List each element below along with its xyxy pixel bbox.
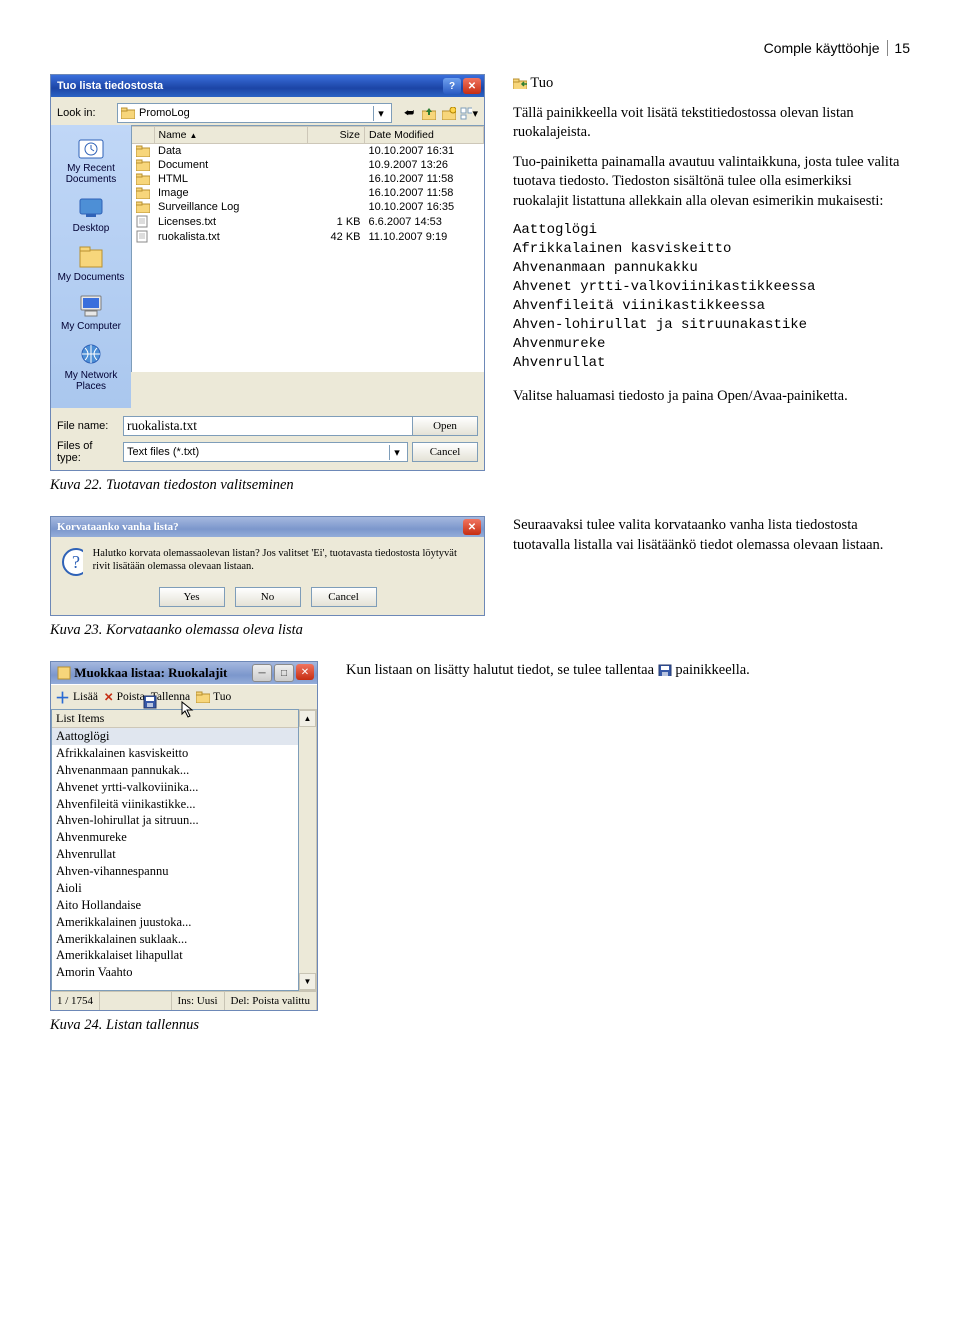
- filename-input[interactable]: [123, 416, 416, 436]
- status-del: Del: Poista valittu: [225, 992, 317, 1010]
- list-item[interactable]: Aioli: [52, 880, 298, 897]
- svg-text:?: ?: [72, 552, 80, 572]
- folder-icon: [121, 107, 135, 119]
- page-number: 15: [887, 40, 910, 56]
- places-mydocs[interactable]: My Documents: [51, 244, 131, 283]
- help-button[interactable]: ?: [443, 78, 461, 94]
- save-icon: [143, 695, 157, 709]
- list-editor-window: Muokkaa listaa: Ruokalajit ─ □ ✕ ＋Lisää …: [50, 661, 318, 1011]
- close-button[interactable]: ✕: [463, 78, 481, 94]
- places-recent[interactable]: My Recent Documents: [51, 135, 131, 185]
- filename-label: File name:: [57, 420, 119, 432]
- maximize-button[interactable]: □: [274, 664, 294, 682]
- file-list[interactable]: Name ▲ Size Date Modified Data10.10.2007…: [131, 125, 484, 372]
- file-row[interactable]: Document10.9.2007 13:26: [132, 158, 484, 172]
- import-folder-icon: [196, 691, 210, 703]
- para: Valitse haluamasi tiedosto ja paina Open…: [513, 387, 910, 407]
- dialog-titlebar: Tuo lista tiedostosta ? ✕: [51, 75, 484, 97]
- list-item[interactable]: Amerikkalainen suklaak...: [52, 931, 298, 948]
- confirm-dialog: Korvataanko vanha lista? ✕ ? Halutko kor…: [50, 516, 485, 616]
- new-folder-icon[interactable]: [440, 104, 458, 122]
- close-button[interactable]: ✕: [296, 664, 314, 680]
- cursor-icon: [181, 701, 195, 719]
- list-item[interactable]: Aattoglögi: [52, 728, 298, 745]
- figure-caption: Kuva 24. Listan tallennus: [50, 1017, 318, 1034]
- filetype-combo[interactable]: Text files (*.txt)▾: [123, 442, 408, 462]
- list-item[interactable]: Ahvenrullat: [52, 846, 298, 863]
- import-folder-icon: [513, 77, 527, 89]
- scrollbar[interactable]: ▲ ▼: [299, 709, 317, 991]
- lookin-label: Look in:: [57, 107, 113, 119]
- question-icon: ?: [61, 547, 83, 577]
- list-header: List Items: [52, 710, 298, 728]
- list-item[interactable]: Ahvenfileitä viinikastikke...: [52, 796, 298, 813]
- para: Tuo-painiketta painamalla avautuu valint…: [513, 153, 910, 212]
- file-row[interactable]: ruokalista.txt42 KB11.10.2007 9:19: [132, 229, 484, 244]
- yes-button[interactable]: Yes: [159, 587, 225, 607]
- list-item[interactable]: Aito Hollandaise: [52, 897, 298, 914]
- places-mycomputer[interactable]: My Computer: [51, 293, 131, 332]
- open-button[interactable]: Open: [412, 416, 478, 436]
- list-item[interactable]: Ahven-lohirullat ja sitruun...: [52, 812, 298, 829]
- no-button[interactable]: No: [235, 587, 301, 607]
- para: Seuraavaksi tulee valita korvataanko van…: [513, 516, 910, 555]
- section-heading: Tuo: [530, 75, 553, 91]
- import-button[interactable]: Tuo: [196, 691, 231, 703]
- file-row[interactable]: Surveillance Log10.10.2007 16:35: [132, 200, 484, 214]
- page-header: Comple käyttöohje 15: [50, 40, 910, 56]
- filetype-label: Files of type:: [57, 440, 119, 464]
- scroll-up-icon[interactable]: ▲: [299, 710, 316, 727]
- list-item[interactable]: Ahvenmureke: [52, 829, 298, 846]
- doc-title: Comple käyttöohje: [764, 40, 880, 56]
- status-count: 1 / 1754: [51, 992, 100, 1010]
- list-item[interactable]: Afrikkalainen kasviskeitto: [52, 745, 298, 762]
- list-item[interactable]: Amorin Vaahto: [52, 964, 298, 981]
- save-icon: [658, 664, 672, 676]
- open-dialog: Tuo lista tiedostosta ? ✕ Look in: Promo…: [50, 74, 485, 471]
- chevron-down-icon: ▾: [373, 106, 388, 121]
- status-ins: Ins: Uusi: [172, 992, 225, 1010]
- col-date[interactable]: Date Modified: [365, 127, 484, 144]
- back-icon[interactable]: ⮨: [400, 104, 418, 122]
- para: Kun listaan on lisätty halutut tiedot, s…: [346, 661, 910, 681]
- scroll-down-icon[interactable]: ▼: [299, 973, 316, 990]
- confirm-title: Korvataanko vanha lista?: [57, 521, 179, 533]
- confirm-text: Halutko korvata olemassaolevan listan? J…: [93, 547, 474, 573]
- save-button[interactable]: Tallenna: [151, 691, 190, 703]
- file-row[interactable]: Image16.10.2007 11:58: [132, 186, 484, 200]
- list-item[interactable]: Amerikkalaiset lihapullat: [52, 947, 298, 964]
- dialog-title: Tuo lista tiedostosta: [57, 80, 163, 92]
- places-network[interactable]: My Network Places: [51, 342, 131, 392]
- file-row[interactable]: Data10.10.2007 16:31: [132, 144, 484, 159]
- example-list: Aattoglögi Afrikkalainen kasviskeitto Ah…: [513, 221, 910, 372]
- close-button[interactable]: ✕: [463, 519, 481, 535]
- up-folder-icon[interactable]: [420, 104, 438, 122]
- list-item[interactable]: Amerikkalainen juustoka...: [52, 914, 298, 931]
- para: Tällä painikkeella voit lisätä tekstitie…: [513, 104, 910, 143]
- lookin-value: PromoLog: [139, 107, 190, 119]
- cancel-button[interactable]: Cancel: [311, 587, 377, 607]
- section-heading-line: Tuo: [513, 74, 910, 94]
- list-item[interactable]: Ahvenet yrtti-valkoviinika...: [52, 779, 298, 796]
- cancel-button[interactable]: Cancel: [412, 442, 478, 462]
- list-items[interactable]: List Items AattoglögiAfrikkalainen kasvi…: [51, 709, 299, 991]
- file-row[interactable]: HTML16.10.2007 11:58: [132, 172, 484, 186]
- list-item[interactable]: Ahven-vihannespannu: [52, 863, 298, 880]
- list-item[interactable]: Ahvenanmaan pannukak...: [52, 762, 298, 779]
- figure-caption: Kuva 22. Tuotavan tiedoston valitseminen: [50, 477, 485, 494]
- status-bar: 1 / 1754 Ins: Uusi Del: Poista valittu: [51, 991, 317, 1010]
- col-name[interactable]: Name ▲: [154, 127, 308, 144]
- minimize-button[interactable]: ─: [252, 664, 272, 682]
- col-size[interactable]: Size: [308, 127, 365, 144]
- file-row[interactable]: Licenses.txt1 KB6.6.2007 14:53: [132, 214, 484, 229]
- places-bar: My Recent Documents Desktop My Documents…: [51, 125, 131, 408]
- app-icon: [57, 666, 71, 680]
- edit-title: Muokkaa listaa: Ruokalajit: [74, 665, 227, 680]
- figure-caption: Kuva 23. Korvataanko olemassa oleva list…: [50, 622, 485, 639]
- add-button[interactable]: ＋Lisää: [55, 687, 98, 708]
- places-desktop[interactable]: Desktop: [51, 195, 131, 234]
- delete-button[interactable]: ✕Poista: [104, 690, 145, 704]
- views-icon[interactable]: ▾: [460, 104, 478, 122]
- lookin-combo[interactable]: PromoLog ▾: [117, 103, 392, 123]
